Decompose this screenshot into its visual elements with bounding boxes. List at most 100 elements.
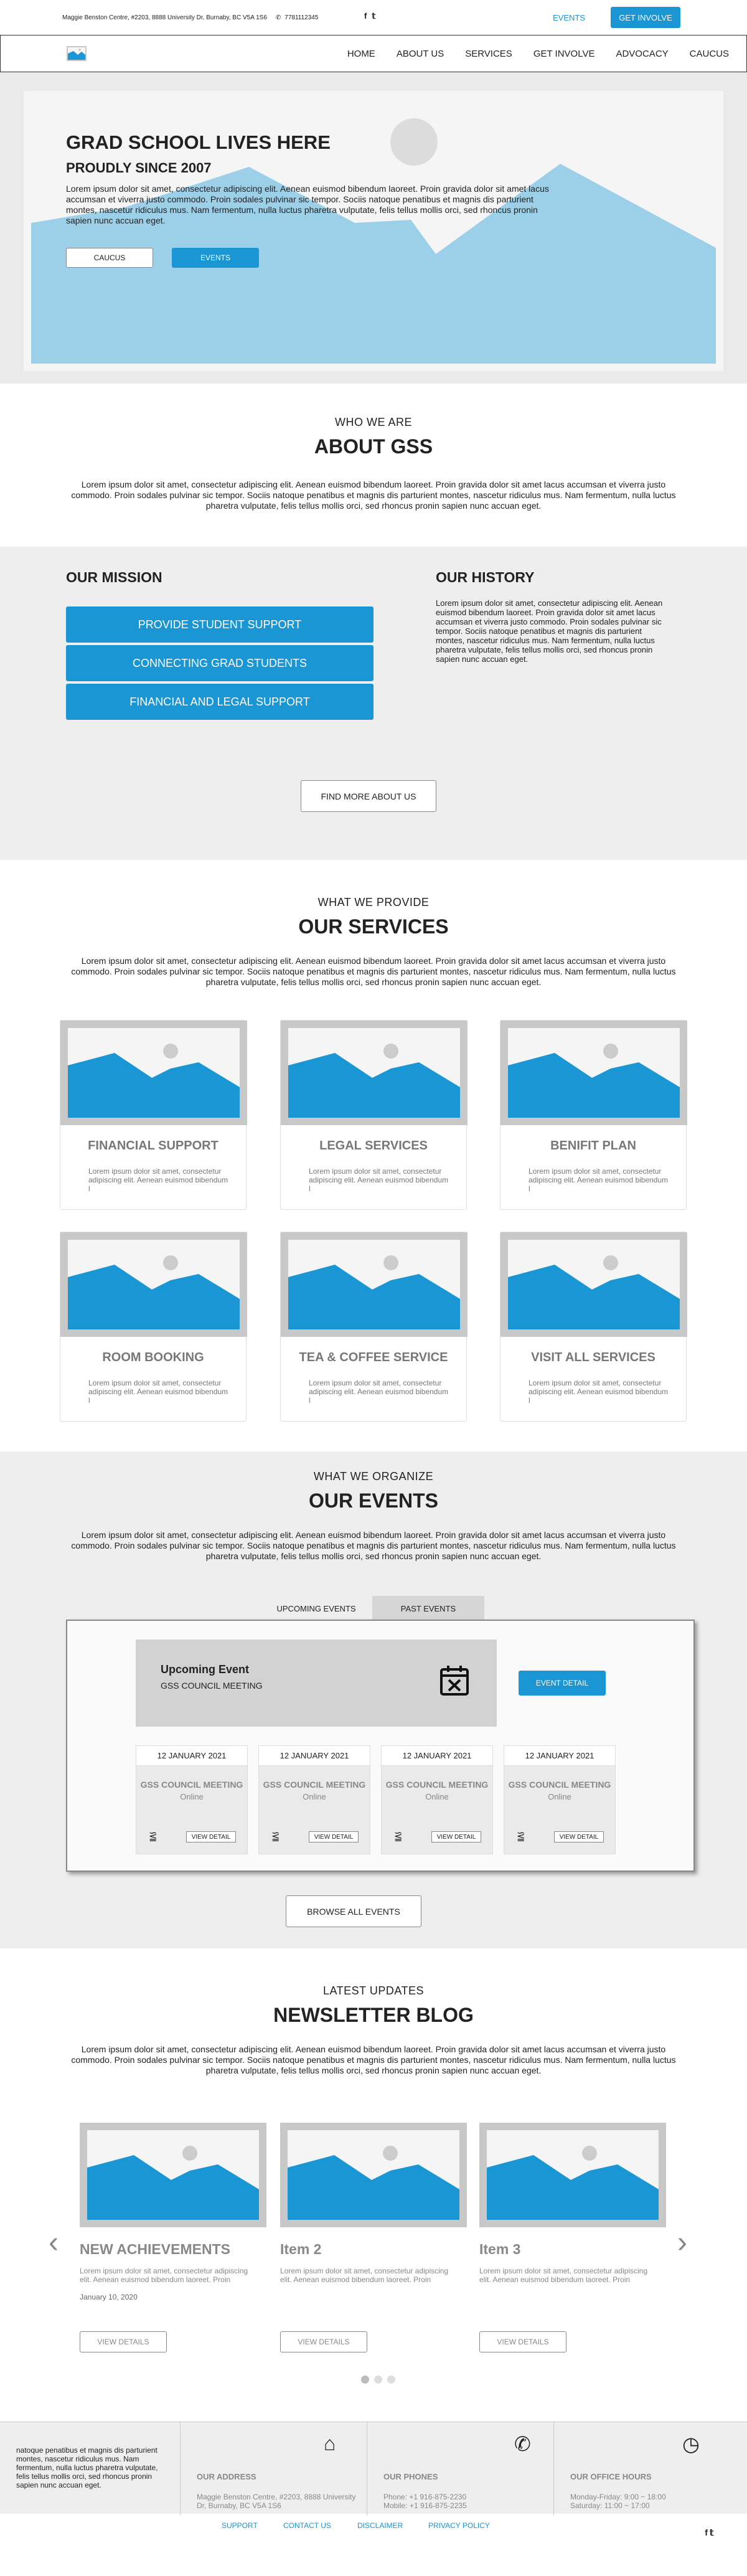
service-text: Lorem ipsum dolor sit amet, consectetur … [529, 1379, 669, 1405]
caucus-button[interactable]: CAUCUS [66, 248, 153, 268]
event-date: 12 JANUARY 2021 [382, 1746, 492, 1766]
footer-hours-title: OUR OFFICE HOURS [570, 2472, 652, 2481]
tab-upcoming-events[interactable]: UPCOMING EVENTS [260, 1596, 372, 1621]
find-more-about-us-button[interactable]: FIND MORE ABOUT US [301, 780, 436, 812]
history-title: OUR HISTORY [436, 569, 535, 585]
footer-link-support[interactable]: SUPPORT [222, 2521, 258, 2530]
service-image [500, 1021, 687, 1125]
service-text: Lorem ipsum dolor sit amet, consectetur … [88, 1167, 228, 1193]
carousel-dot[interactable] [387, 2375, 395, 2384]
phone-icon: ✆ [514, 2433, 531, 2455]
view-details-button[interactable]: VIEW DETAILS [80, 2331, 167, 2352]
service-card[interactable]: VISIT ALL SERVICES Lorem ipsum dolor sit… [500, 1232, 687, 1422]
twitter-icon[interactable]: 𝕥 [710, 2527, 714, 2538]
view-detail-button[interactable]: VIEW DETAIL [431, 1831, 481, 1842]
event-date: 12 JANUARY 2021 [136, 1746, 247, 1766]
service-card[interactable]: ROOM BOOKING Lorem ipsum dolor sit amet,… [60, 1232, 247, 1422]
blog-item-text: Lorem ipsum dolor sit amet, consectetur … [280, 2267, 449, 2284]
blog-card[interactable]: Item 3 Lorem ipsum dolor sit amet, conse… [479, 2123, 666, 2352]
events-button[interactable]: EVENTS [172, 248, 259, 268]
service-card[interactable]: LEGAL SERVICES Lorem ipsum dolor sit ame… [280, 1020, 467, 1210]
get-involve-button[interactable]: GET INVOLVE [611, 7, 680, 28]
nav-services[interactable]: SERVICES [465, 49, 512, 59]
nav-get-involve[interactable]: GET INVOLVE [533, 49, 595, 59]
blog-item-date: January 10, 2020 [80, 2293, 138, 2301]
service-text: Lorem ipsum dolor sit amet, consectetur … [529, 1167, 669, 1193]
footer-hours-1: Monday-Friday: 9:00 ~ 18:00 [570, 2493, 666, 2501]
event-card[interactable]: 12 JANUARY 2021 GSS COUNCIL MEETING Onli… [258, 1745, 370, 1854]
event-card[interactable]: 12 JANUARY 2021 GSS COUNCIL MEETING Onli… [136, 1745, 248, 1854]
view-detail-button[interactable]: VIEW DETAIL [186, 1831, 236, 1842]
share-icon[interactable]: ⪟ [271, 1830, 280, 1842]
about-eyebrow: WHO WE ARE [334, 416, 412, 428]
footer-phone-1: Phone: +1 916-875-2230 [383, 2493, 467, 2501]
service-text: Lorem ipsum dolor sit amet, consectetur … [309, 1167, 449, 1193]
service-text: Lorem ipsum dolor sit amet, consectetur … [88, 1379, 228, 1405]
blog-item-text: Lorem ipsum dolor sit amet, consectetur … [80, 2267, 248, 2284]
share-icon[interactable]: ⪟ [149, 1830, 157, 1842]
share-icon[interactable]: ⪟ [394, 1830, 402, 1842]
view-details-button[interactable]: VIEW DETAILS [479, 2331, 566, 2352]
upcoming-event-title: Upcoming Event [161, 1663, 250, 1676]
nav-caucus[interactable]: CAUCUS [690, 49, 729, 59]
connecting-grad-students-button[interactable]: CONNECTING GRAD STUDENTS [66, 645, 374, 681]
footer-link-contact-us[interactable]: CONTACT US [283, 2521, 331, 2530]
calendar-icon [440, 1666, 469, 1696]
twitter-icon[interactable]: 𝕥 [372, 11, 375, 21]
nav-advocacy[interactable]: ADVOCACY [616, 49, 668, 59]
blog-card[interactable]: NEW ACHIEVEMENTS Lorem ipsum dolor sit a… [80, 2123, 266, 2352]
footer-hours-2: Saturday: 11:00 ~ 17:00 [570, 2501, 650, 2510]
service-image [281, 1021, 467, 1125]
nav-menu: HOME ABOUT US SERVICES GET INVOLVE ADVOC… [326, 35, 729, 72]
financial-legal-support-button[interactable]: FINANCIAL AND LEGAL SUPPORT [66, 684, 374, 720]
view-details-button[interactable]: VIEW DETAILS [280, 2331, 367, 2352]
footer-link-disclaimer[interactable]: DISCLAIMER [357, 2521, 403, 2530]
view-detail-button[interactable]: VIEW DETAIL [309, 1831, 359, 1842]
footer-address: ⌂ OUR ADDRESS Maggie Benston Centre, #22… [181, 2422, 367, 2516]
about-text: Lorem ipsum dolor sit amet, consectetur … [71, 479, 676, 511]
share-icon[interactable]: ⪟ [517, 1830, 525, 1842]
nav-home[interactable]: HOME [347, 49, 375, 59]
logo-icon[interactable] [67, 46, 87, 61]
main-nav: HOME ABOUT US SERVICES GET INVOLVE ADVOC… [0, 35, 747, 72]
services-section: WHAT WE PROVIDE OUR SERVICES Lorem ipsum… [0, 860, 747, 1451]
footer-text: natoque penatibus et magnis dis parturie… [16, 2446, 158, 2489]
top-bar: Maggie Benston Centre, #2203, 8888 Unive… [0, 0, 747, 35]
nav-about-us[interactable]: ABOUT US [397, 49, 444, 59]
facebook-icon[interactable]: f [364, 11, 367, 21]
event-card[interactable]: 12 JANUARY 2021 GSS COUNCIL MEETING Onli… [381, 1745, 493, 1854]
service-title: TEA & COFFEE SERVICE [299, 1351, 448, 1364]
service-title: BENIFIT PLAN [550, 1139, 636, 1153]
blog-item-title: NEW ACHIEVEMENTS [80, 2241, 230, 2257]
footer-phones-title: OUR PHONES [383, 2472, 438, 2481]
tab-past-events[interactable]: PAST EVENTS [372, 1596, 484, 1621]
event-title: GSS COUNCIL MEETING [140, 1780, 243, 1790]
facebook-icon[interactable]: f [705, 2527, 708, 2537]
about-title: ABOUT GSS [314, 435, 433, 458]
event-title: GSS COUNCIL MEETING [263, 1780, 366, 1790]
carousel-dot[interactable] [374, 2375, 382, 2384]
event-card[interactable]: 12 JANUARY 2021 GSS COUNCIL MEETING Onli… [504, 1745, 616, 1854]
footer: natoque penatibus et magnis dis parturie… [0, 2422, 747, 2516]
footer-phones: ✆ OUR PHONES Phone: +1 916-875-2230 Mobi… [367, 2422, 554, 2516]
footer-phone-2: Mobile: +1 916-875-2235 [383, 2501, 467, 2510]
events-link[interactable]: EVENTS [553, 13, 585, 22]
view-detail-button[interactable]: VIEW DETAIL [554, 1831, 604, 1842]
event-location: Online [425, 1792, 449, 1801]
footer-link-privacy-policy[interactable]: PRIVACY POLICY [428, 2521, 490, 2530]
service-card[interactable]: FINANCIAL SUPPORT Lorem ipsum dolor sit … [60, 1020, 247, 1210]
service-card[interactable]: BENIFIT PLAN Lorem ipsum dolor sit amet,… [500, 1020, 687, 1210]
blog-card[interactable]: Item 2 Lorem ipsum dolor sit amet, conse… [280, 2123, 467, 2352]
service-title: VISIT ALL SERVICES [531, 1351, 655, 1364]
service-card[interactable]: TEA & COFFEE SERVICE Lorem ipsum dolor s… [280, 1232, 467, 1422]
blog-image [479, 2123, 666, 2227]
carousel-dot[interactable] [361, 2375, 369, 2384]
browse-all-events-button[interactable]: BROWSE ALL EVENTS [286, 1895, 421, 1927]
carousel-prev-icon[interactable]: ‹ [49, 2225, 59, 2260]
provide-student-support-button[interactable]: PROVIDE STUDENT SUPPORT [66, 606, 374, 643]
topbar-address: Maggie Benston Centre, #2203, 8888 Unive… [62, 14, 267, 21]
phone-icon: ✆ [275, 14, 281, 21]
hero-buttons: CAUCUS EVENTS [66, 248, 259, 268]
carousel-next-icon[interactable]: › [677, 2225, 687, 2260]
event-detail-button[interactable]: EVENT DETAIL [519, 1671, 606, 1696]
